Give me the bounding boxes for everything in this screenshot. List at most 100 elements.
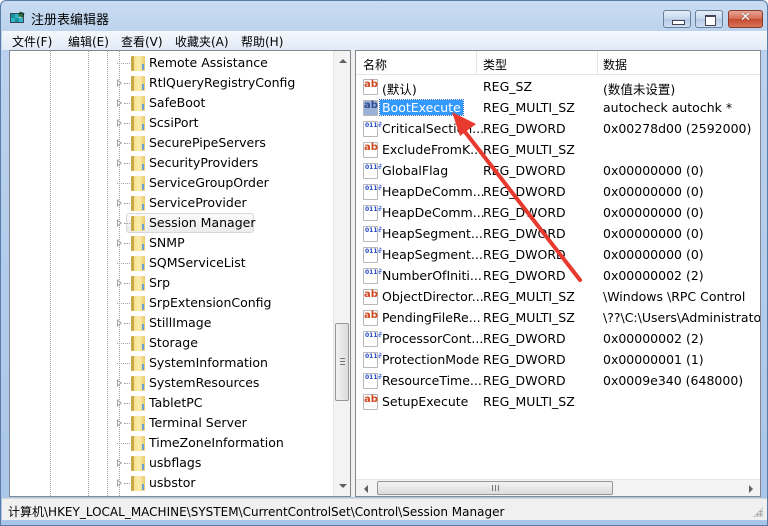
- tree-item[interactable]: Session Manager: [10, 213, 332, 233]
- scroll-right-icon[interactable]: [749, 485, 753, 493]
- scroll-left-icon[interactable]: [364, 485, 368, 493]
- scrollbar-thumb[interactable]: [377, 481, 613, 495]
- close-button[interactable]: ✕: [728, 10, 763, 28]
- value-row[interactable]: (默认) REG_SZ (数值未设置): [356, 77, 760, 98]
- expand-arrow-icon[interactable]: [117, 99, 122, 107]
- tree-item[interactable]: SystemInformation: [10, 353, 332, 373]
- value-row[interactable]: ProcessorCont...REG_DWORD 0x00000002 (2): [356, 329, 760, 350]
- value-data: 0x00000001 (1): [603, 352, 704, 367]
- folder-icon: [131, 396, 145, 411]
- expand-arrow-icon[interactable]: [117, 379, 122, 387]
- tree-item[interactable]: SrpExtensionConfig: [10, 293, 332, 313]
- tree-connector: [124, 483, 130, 484]
- folder-icon: [131, 276, 145, 291]
- tree-item-label: SafeBoot: [149, 95, 206, 110]
- expand-arrow-icon[interactable]: [117, 319, 122, 327]
- value-row[interactable]: HeapDeComm...REG_DWORD 0x00000000 (0): [356, 182, 760, 203]
- status-bar: 计算机\HKEY_LOCAL_MACHINE\SYSTEM\CurrentCon…: [2, 498, 767, 520]
- folder-icon: [131, 436, 145, 451]
- tree-connector: [117, 263, 130, 264]
- expand-arrow-icon[interactable]: [117, 159, 122, 167]
- minimize-button[interactable]: [663, 10, 691, 28]
- value-row[interactable]: ResourceTime...REG_DWORD 0x0009e340 (6480…: [356, 371, 760, 392]
- expand-arrow-icon[interactable]: [117, 459, 122, 467]
- tree-item[interactable]: ScsiPort: [10, 113, 332, 133]
- value-row[interactable]: NumberOfIniti...REG_DWORD 0x00000002 (2): [356, 266, 760, 287]
- value-row[interactable]: ExcludeFromK...REG_MULTI_SZ: [356, 140, 760, 161]
- tree-item[interactable]: Remote Assistance: [10, 53, 332, 73]
- expand-arrow-icon[interactable]: [117, 79, 122, 87]
- tree-connector: [124, 283, 130, 284]
- value-row[interactable]: BootExecute REG_MULTI_SZ autocheck autochk…: [356, 98, 760, 119]
- tree-item[interactable]: Srp: [10, 273, 332, 293]
- value-row[interactable]: ObjectDirector...REG_MULTI_SZ \Windows \R…: [356, 287, 760, 308]
- menu-view[interactable]: 查看(V): [121, 33, 163, 50]
- tree-item[interactable]: SecurePipeServers: [10, 133, 332, 153]
- tree-item[interactable]: SNMP: [10, 233, 332, 253]
- value-row[interactable]: HeapSegment...REG_DWORD 0x00000000 (0): [356, 224, 760, 245]
- expand-arrow-icon[interactable]: [117, 479, 122, 487]
- tree-item-label: Srp: [149, 275, 171, 290]
- tree-item[interactable]: TabletPC: [10, 393, 332, 413]
- scrollbar-thumb[interactable]: [335, 323, 349, 401]
- maximize-button[interactable]: [695, 10, 723, 28]
- resize-grip-icon[interactable]: [753, 507, 763, 517]
- tree-item[interactable]: Terminal Server: [10, 413, 332, 433]
- tree-item[interactable]: Storage: [10, 333, 332, 353]
- value-row[interactable]: HeapDeComm...REG_DWORD 0x00000000 (0): [356, 203, 760, 224]
- tree-item[interactable]: SQMServiceList: [10, 253, 332, 273]
- tree-item[interactable]: TimeZoneInformation: [10, 433, 332, 453]
- menu-file[interactable]: 文件(F): [12, 33, 52, 50]
- tree-item[interactable]: SecurityProviders: [10, 153, 332, 173]
- tree-item[interactable]: StillImage: [10, 313, 332, 333]
- expand-arrow-icon[interactable]: [117, 279, 122, 287]
- menu-favorites[interactable]: 收藏夹(A): [175, 33, 229, 50]
- value-name: BootExecute: [379, 99, 464, 116]
- tree-item-label: Storage: [149, 335, 198, 350]
- tree-item[interactable]: ServiceGroupOrder: [10, 173, 332, 193]
- column-header-type[interactable]: 类型: [483, 56, 507, 73]
- folder-icon: [131, 376, 145, 391]
- expand-arrow-icon[interactable]: [117, 219, 122, 227]
- string-value-icon: [363, 394, 378, 410]
- tree-item[interactable]: RtlQueryRegistryConfig: [10, 73, 332, 93]
- tree-item[interactable]: usbstor: [10, 473, 332, 493]
- value-type: REG_SZ: [483, 79, 533, 94]
- tree-connector: [117, 363, 130, 364]
- values-horizontal-scrollbar[interactable]: [356, 479, 760, 496]
- tree-connector: [124, 223, 130, 224]
- value-name: ResourceTime...: [382, 373, 482, 388]
- value-data: autocheck autochk *: [603, 100, 733, 115]
- expand-arrow-icon[interactable]: [117, 239, 122, 247]
- expand-arrow-icon[interactable]: [117, 199, 122, 207]
- tree-item[interactable]: ServiceProvider: [10, 193, 332, 213]
- value-row[interactable]: CriticalSection...REG_DWORD 0x00278d00 (2…: [356, 119, 760, 140]
- menu-edit[interactable]: 编辑(E): [68, 33, 109, 50]
- value-data: 0x00000000 (0): [603, 163, 704, 178]
- value-row[interactable]: PendingFileRe...REG_MULTI_SZ \??\C:\Users…: [356, 308, 760, 329]
- column-divider[interactable]: [597, 51, 598, 75]
- value-row[interactable]: HeapSegment...REG_DWORD 0x00000000 (0): [356, 245, 760, 266]
- menu-help[interactable]: 帮助(H): [241, 33, 283, 50]
- expand-arrow-icon[interactable]: [117, 399, 122, 407]
- expand-arrow-icon[interactable]: [117, 139, 122, 147]
- value-row[interactable]: ProtectionModeREG_DWORD 0x00000001 (1): [356, 350, 760, 371]
- tree-vertical-scrollbar[interactable]: [333, 51, 350, 496]
- column-header-name[interactable]: 名称: [363, 56, 387, 73]
- expand-arrow-icon[interactable]: [117, 119, 122, 127]
- values-list-pane: 名称 类型 数据 (默认) REG_SZ (数值未设置) BootExecute REG…: [355, 50, 761, 497]
- title-bar[interactable]: 注册表编辑器 ✕: [1, 1, 767, 31]
- tree-item[interactable]: SystemResources: [10, 373, 332, 393]
- column-divider[interactable]: [476, 51, 477, 75]
- expand-arrow-icon[interactable]: [117, 419, 122, 427]
- tree-item[interactable]: usbflags: [10, 453, 332, 473]
- column-header-data[interactable]: 数据: [603, 56, 627, 73]
- scroll-down-icon[interactable]: [339, 484, 347, 488]
- value-row[interactable]: GlobalFlag REG_DWORD 0x00000000 (0): [356, 161, 760, 182]
- scroll-up-icon[interactable]: [339, 59, 347, 63]
- value-type: REG_DWORD: [483, 247, 566, 262]
- tree-item[interactable]: SafeBoot: [10, 93, 332, 113]
- value-row[interactable]: SetupExecute REG_MULTI_SZ: [356, 392, 760, 413]
- tree-connector: [124, 143, 130, 144]
- value-data: 0x00000002 (2): [603, 268, 704, 283]
